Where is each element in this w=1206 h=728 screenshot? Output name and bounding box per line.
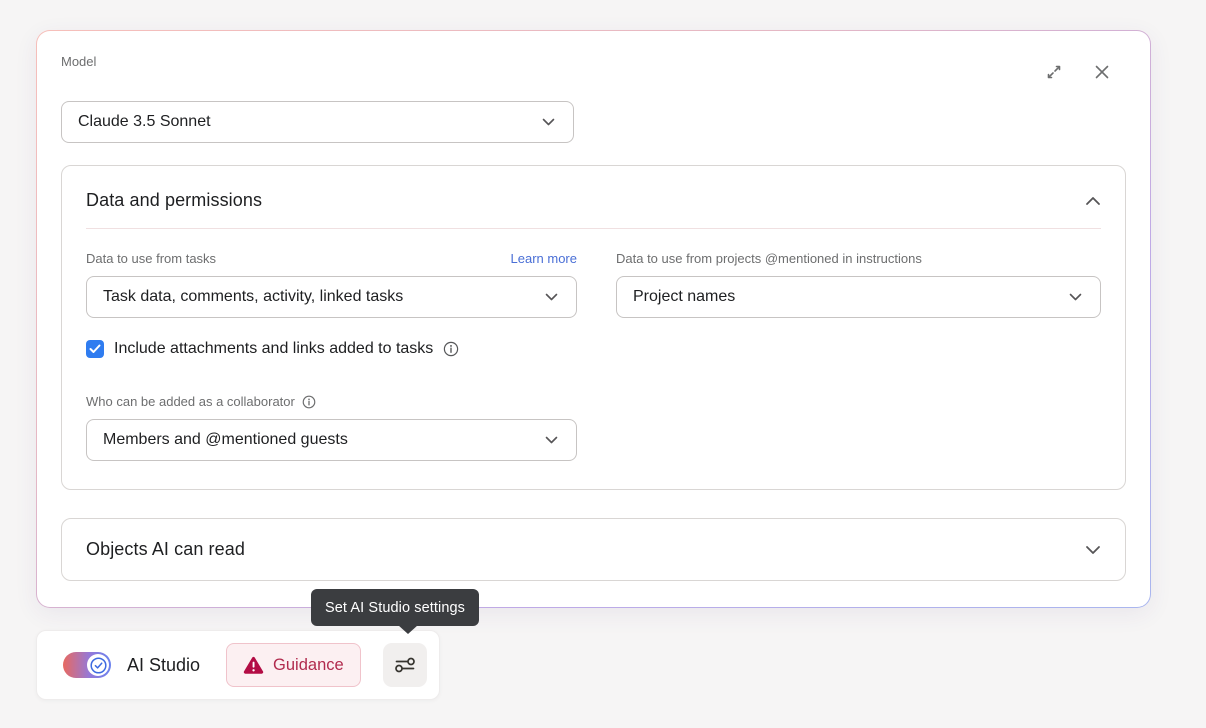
collaborator-label: Who can be added as a collaborator	[86, 394, 295, 410]
attachments-info[interactable]	[443, 341, 459, 357]
chevron-up-icon	[1085, 196, 1101, 206]
task-data-select-value: Task data, comments, activity, linked ta…	[103, 288, 403, 306]
expand-button[interactable]	[1044, 62, 1064, 82]
collaborator-label-row: Who can be added as a collaborator	[86, 394, 577, 410]
info-icon	[443, 341, 459, 357]
tooltip-caret	[398, 625, 418, 634]
attachments-label: Include attachments and links added to t…	[114, 340, 433, 358]
close-icon	[1092, 62, 1112, 82]
chevron-down-icon	[545, 293, 558, 301]
tooltip-text: Set AI Studio settings	[325, 600, 465, 616]
window-controls	[1044, 62, 1112, 82]
toggle-knob	[87, 654, 109, 676]
chevron-down-icon	[1085, 545, 1101, 555]
attachments-checkbox[interactable]	[86, 340, 104, 358]
section-title: Objects AI can read	[86, 539, 245, 560]
model-select[interactable]: Claude 3.5 Sonnet	[61, 101, 574, 143]
attachments-row: Include attachments and links added to t…	[86, 340, 577, 358]
projects-column: Data to use from projects @mentioned in …	[616, 251, 1101, 461]
learn-more-link[interactable]: Learn more	[511, 251, 577, 266]
objects-header[interactable]: Objects AI can read	[86, 539, 1101, 560]
page-background: Model Claude 3.5 Sonnet	[0, 0, 1206, 728]
projects-label: Data to use from projects @mentioned in …	[616, 251, 922, 267]
task-data-select[interactable]: Task data, comments, activity, linked ta…	[86, 276, 577, 318]
ai-studio-toggle[interactable]	[63, 652, 111, 678]
check-circle-icon	[90, 657, 107, 674]
section-divider	[86, 228, 1101, 229]
collaborator-select[interactable]: Members and @mentioned guests	[86, 419, 577, 461]
projects-select[interactable]: Project names	[616, 276, 1101, 318]
tasks-column: Data to use from tasks Learn more Task d…	[86, 251, 577, 461]
model-label: Model	[61, 54, 96, 70]
collaborator-info[interactable]	[302, 395, 316, 409]
data-permissions-header[interactable]: Data and permissions	[86, 190, 1101, 211]
ai-studio-settings-button[interactable]	[383, 643, 427, 687]
permissions-grid: Data to use from tasks Learn more Task d…	[86, 251, 1101, 461]
chevron-down-icon	[545, 436, 558, 444]
info-icon	[302, 395, 316, 409]
ai-studio-settings-modal: Model Claude 3.5 Sonnet	[36, 30, 1151, 608]
collaborator-select-value: Members and @mentioned guests	[103, 431, 348, 449]
ai-studio-bar: AI Studio Guidance	[36, 630, 440, 700]
objects-section: Objects AI can read	[61, 518, 1126, 581]
task-data-label: Data to use from tasks	[86, 251, 216, 267]
warning-triangle-icon	[243, 656, 264, 675]
close-button[interactable]	[1092, 62, 1112, 82]
guidance-label: Guidance	[273, 656, 344, 675]
projects-select-value: Project names	[633, 288, 735, 306]
guidance-button[interactable]: Guidance	[226, 643, 361, 687]
modal-header: Model	[61, 54, 1126, 82]
data-permissions-section: Data and permissions Data to use from ta…	[61, 165, 1126, 490]
model-select-value: Claude 3.5 Sonnet	[78, 113, 211, 131]
ai-studio-label: AI Studio	[127, 655, 200, 676]
sliders-icon	[392, 652, 418, 678]
check-icon	[89, 344, 101, 354]
tooltip: Set AI Studio settings	[311, 589, 479, 626]
chevron-down-icon	[1069, 293, 1082, 301]
chevron-down-icon	[542, 118, 555, 126]
section-title: Data and permissions	[86, 190, 262, 211]
expand-icon	[1044, 62, 1064, 82]
